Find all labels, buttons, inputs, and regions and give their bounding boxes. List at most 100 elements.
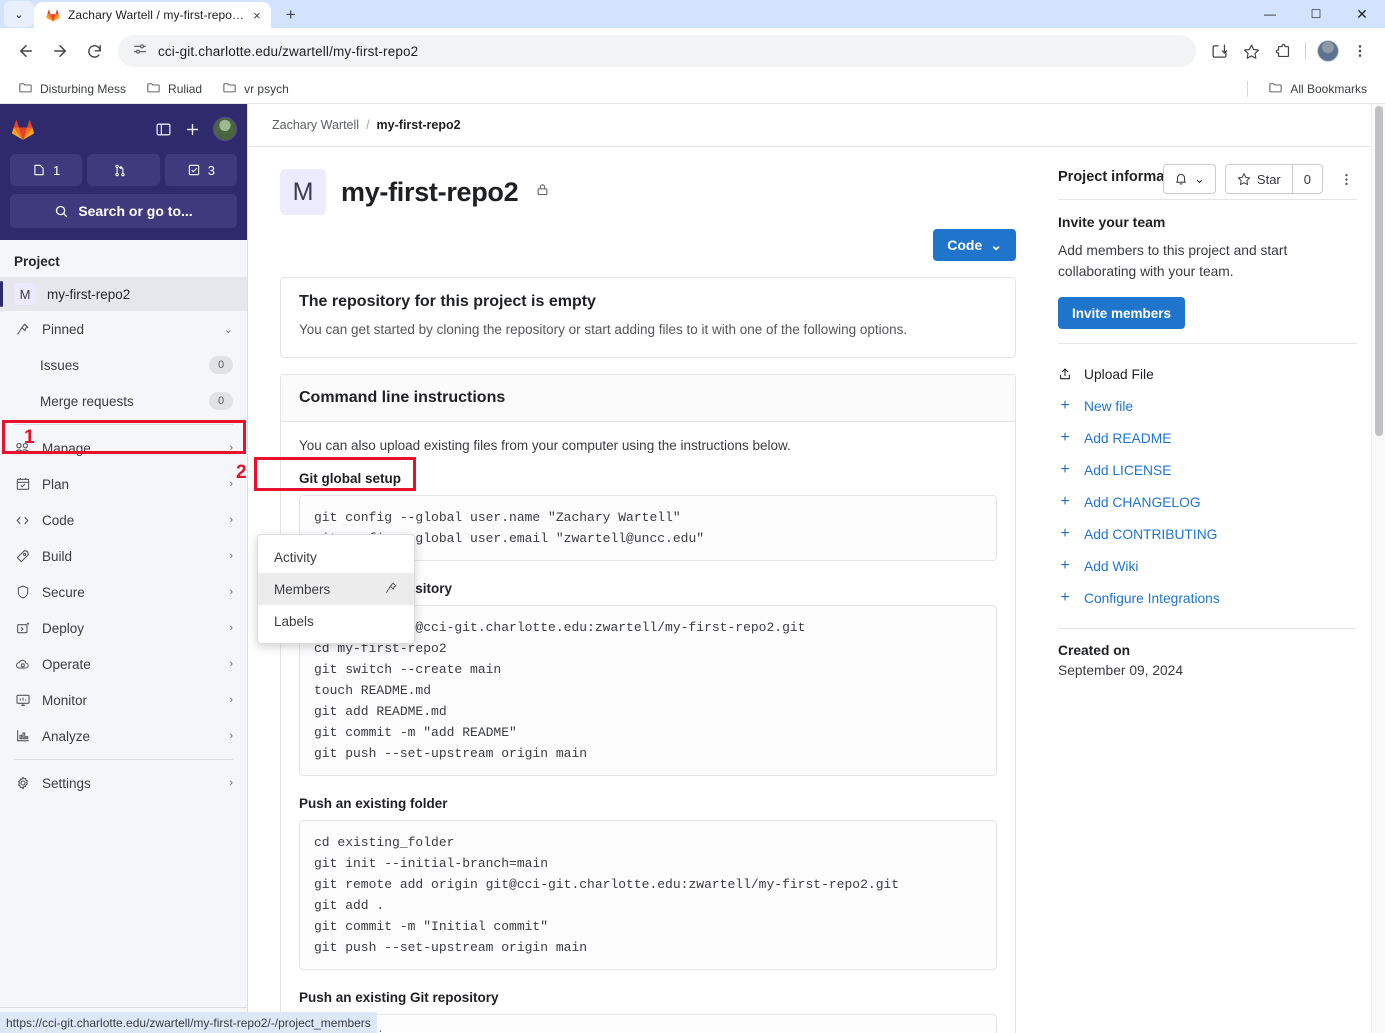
merge-requests-counter-button[interactable]	[87, 154, 160, 186]
add-license-action[interactable]: + Add LICENSE	[1058, 454, 1357, 486]
kebab-icon	[1345, 173, 1348, 185]
gear-icon	[14, 775, 31, 791]
notifications-button[interactable]: ⌄	[1163, 164, 1216, 194]
extensions-icon[interactable]	[1268, 36, 1298, 66]
star-count[interactable]: 0	[1291, 165, 1322, 193]
gitlab-logo[interactable]	[10, 116, 36, 142]
breadcrumb-owner[interactable]: Zachary Wartell	[272, 118, 359, 132]
created-on-label: Created on	[1058, 643, 1131, 659]
bookmark-item[interactable]: vr psych	[214, 77, 297, 101]
sidebar-divider	[14, 424, 233, 425]
add-contributing-action[interactable]: + Add CONTRIBUTING	[1058, 518, 1357, 550]
address-bar[interactable]: cci-git.charlotte.edu/zwartell/my-first-…	[118, 35, 1196, 67]
sidebar-item-plan[interactable]: Plan ›	[0, 466, 247, 502]
breadcrumb-project[interactable]: my-first-repo2	[377, 118, 461, 132]
sidebar-item-secure[interactable]: Secure ›	[0, 574, 247, 610]
bookmarks-bar: Disturbing Mess Ruliad vr psych All Book…	[0, 74, 1385, 104]
sidebar-toggle-icon[interactable]	[155, 121, 172, 138]
cli-code-block[interactable]: cd existing_folder git init --initial-br…	[299, 819, 997, 971]
chevron-right-icon: ›	[229, 730, 233, 742]
sidebar-settings-label: Settings	[42, 775, 91, 791]
more-actions-button[interactable]	[1332, 164, 1361, 194]
todos-counter-button[interactable]: 3	[164, 154, 237, 186]
folder-icon	[1268, 80, 1283, 98]
browser-tab-title: Zachary Wartell / my-first-repo…	[68, 8, 245, 22]
sidebar-item-build[interactable]: Build ›	[0, 538, 247, 574]
upload-file-action[interactable]: Upload File	[1058, 358, 1357, 390]
menu-item-activity[interactable]: Activity	[258, 541, 414, 573]
window-maximize-button[interactable]: ☐	[1293, 0, 1339, 28]
tab-search-chevron-icon[interactable]: ⌄	[4, 1, 34, 27]
sidebar-item-issues[interactable]: Issues 0	[0, 347, 247, 383]
all-bookmarks-button[interactable]: All Bookmarks	[1260, 77, 1375, 101]
page-scrollbar-thumb[interactable]	[1375, 106, 1383, 436]
plus-icon: +	[1060, 429, 1070, 447]
cli-intro-text: You can also upload existing files from …	[299, 437, 791, 453]
browser-tabstrip: ⌄ Zachary Wartell / my-first-repo… × + —…	[0, 0, 1385, 28]
page-title: my-first-repo2	[341, 176, 519, 207]
rocket-icon	[14, 548, 31, 564]
menu-item-members[interactable]: Members	[258, 573, 414, 605]
content-columns: M my-first-repo2 Code ⌄ The repository f…	[248, 147, 1385, 1033]
browser-tab[interactable]: Zachary Wartell / my-first-repo… ×	[34, 2, 271, 28]
new-file-action[interactable]: + New file	[1058, 390, 1357, 422]
invite-members-button[interactable]: Invite members	[1058, 297, 1186, 330]
user-avatar[interactable]	[213, 117, 237, 141]
sidebar-item-merge-requests[interactable]: Merge requests 0	[0, 383, 247, 419]
sidebar-code-label: Code	[42, 512, 75, 528]
sidebar-item-code[interactable]: Code ›	[0, 502, 247, 538]
search-input[interactable]: Search or go to...	[10, 194, 237, 228]
cli-code-block[interactable]: cd existing_repo git remote rename origi…	[299, 1014, 997, 1033]
add-readme-action[interactable]: + Add README	[1058, 422, 1357, 454]
add-wiki-action[interactable]: + Add Wiki	[1058, 550, 1357, 582]
pin-icon[interactable]	[384, 581, 398, 598]
sidebar-monitor-label: Monitor	[42, 692, 88, 708]
sidebar-item-deploy[interactable]: Deploy ›	[0, 610, 247, 646]
add-changelog-label: Add CHANGELOG	[1084, 494, 1201, 510]
sidebar-item-project[interactable]: M my-first-repo2	[0, 277, 247, 311]
lock-icon	[535, 182, 550, 202]
sidebar-item-settings[interactable]: Settings ›	[0, 765, 247, 801]
sidebar-item-operate[interactable]: Operate ›	[0, 646, 247, 682]
configure-integrations-action[interactable]: + Configure Integrations	[1058, 582, 1357, 614]
chrome-menu-icon[interactable]	[1345, 36, 1375, 66]
bookmark-item[interactable]: Ruliad	[138, 77, 210, 101]
chevron-right-icon: ›	[229, 514, 233, 526]
sidebar-item-monitor[interactable]: Monitor ›	[0, 682, 247, 718]
sidebar-item-analyze[interactable]: Analyze ›	[0, 718, 247, 754]
forward-button[interactable]	[44, 35, 76, 67]
bookmark-star-icon[interactable]	[1236, 36, 1266, 66]
menu-item-labels[interactable]: Labels	[258, 605, 414, 637]
window-close-button[interactable]: ✕	[1339, 0, 1385, 28]
page-scrollbar[interactable]	[1371, 104, 1385, 1033]
sidebar-item-manage[interactable]: Manage ›	[0, 430, 247, 466]
star-button[interactable]: Star	[1226, 165, 1292, 193]
folder-icon	[222, 80, 237, 98]
code-button-label: Code	[947, 237, 983, 253]
install-icon[interactable]	[1204, 36, 1234, 66]
invite-team-text: Add members to this project and start co…	[1058, 243, 1288, 279]
site-settings-icon[interactable]	[132, 41, 148, 62]
new-tab-button[interactable]: +	[277, 2, 305, 28]
tab-close-icon[interactable]: ×	[251, 9, 263, 22]
sidebar-item-pinned[interactable]: Pinned ⌄	[0, 311, 247, 347]
profile-avatar[interactable]	[1313, 36, 1343, 66]
add-license-label: Add LICENSE	[1084, 462, 1172, 478]
code-button[interactable]: Code ⌄	[933, 229, 1016, 261]
add-changelog-action[interactable]: + Add CHANGELOG	[1058, 486, 1357, 518]
invite-team-heading: Invite your team	[1058, 214, 1166, 230]
reload-button[interactable]	[78, 35, 110, 67]
sidebar-merge-requests-label: Merge requests	[40, 393, 134, 409]
plus-icon[interactable]	[184, 121, 201, 138]
sidebar-build-label: Build	[42, 548, 73, 564]
chevron-right-icon: ›	[229, 478, 233, 490]
issues-counter-button[interactable]: 1	[10, 154, 83, 186]
bookmark-item[interactable]: Disturbing Mess	[10, 77, 134, 101]
address-bar-url: cci-git.charlotte.edu/zwartell/my-first-…	[158, 43, 419, 59]
main-content: Zachary Wartell / my-first-repo2 ⌄ Star …	[248, 104, 1385, 1033]
window-minimize-button[interactable]: —	[1247, 0, 1293, 28]
back-button[interactable]	[10, 35, 42, 67]
todos-counter-value: 3	[207, 162, 215, 178]
bell-icon	[1176, 173, 1186, 185]
sidebar-secure-label: Secure	[42, 584, 85, 600]
